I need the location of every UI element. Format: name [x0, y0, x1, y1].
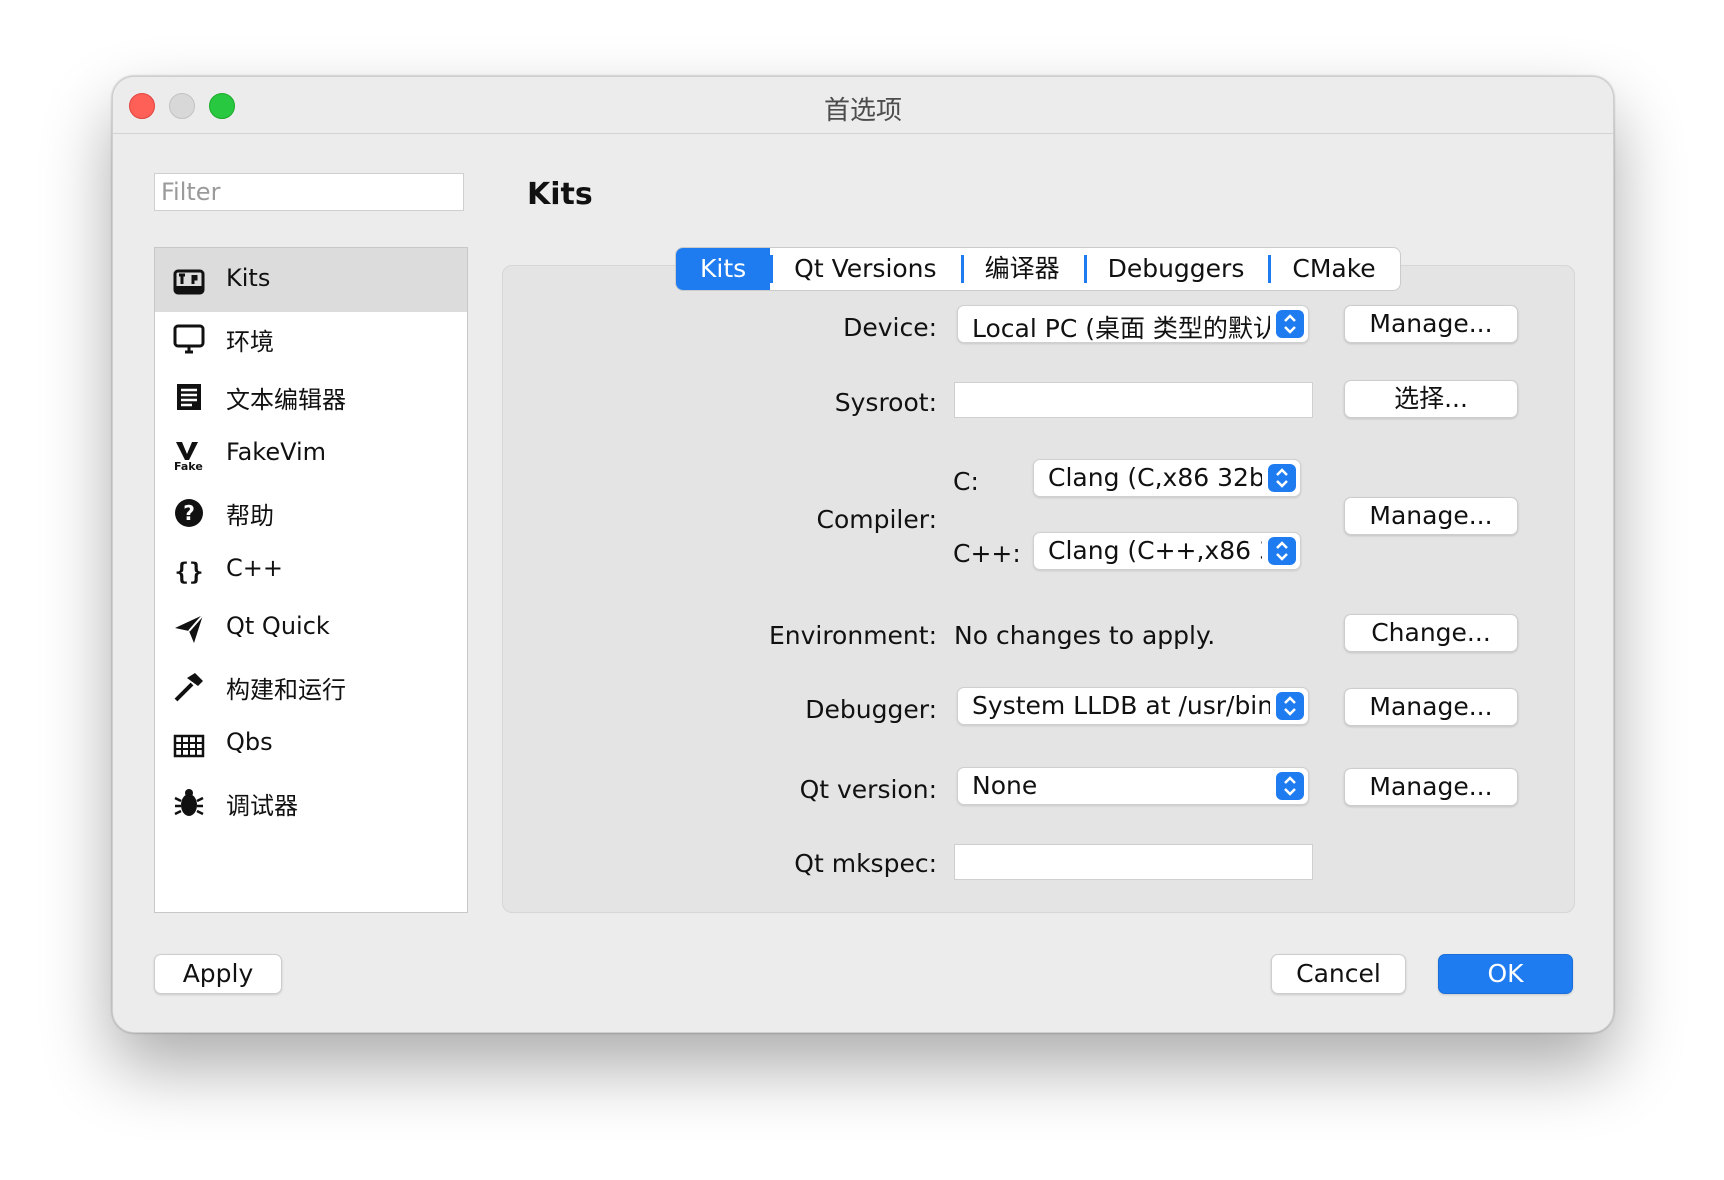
- compiler-cpp-label: C++:: [953, 539, 1021, 568]
- sysroot-browse-button[interactable]: 选择...: [1344, 380, 1518, 418]
- sidebar-item-text-editor[interactable]: 文本编辑器: [155, 364, 467, 428]
- tab-compilers[interactable]: 编译器: [960, 248, 1084, 290]
- sysroot-field[interactable]: [954, 382, 1313, 418]
- braces-icon: {}: [172, 554, 206, 588]
- bug-icon: [172, 786, 206, 820]
- tab-cmake[interactable]: CMake: [1268, 248, 1399, 290]
- kits-panel: [502, 265, 1575, 913]
- ok-button[interactable]: OK: [1438, 954, 1573, 994]
- svg-text:Fake: Fake: [174, 460, 203, 472]
- compiler-c-select[interactable]: Clang (C,x86 32bit in /usr/bin): [1033, 459, 1301, 497]
- tab-bar: Kits Qt Versions 编译器 Debuggers CMake: [675, 247, 1401, 291]
- sidebar-item-help[interactable]: ? 帮助: [155, 480, 467, 544]
- text-editor-icon: [172, 380, 206, 414]
- device-select-value: Local PC (桌面 类型的默认设备): [972, 314, 1270, 343]
- page-title: Kits: [527, 177, 593, 212]
- category-sidebar: Kits 环境 文本编辑器 Fake FakeVim ? 帮助 {} C++ Q…: [154, 247, 468, 913]
- debugger-manage-button[interactable]: Manage...: [1344, 688, 1518, 726]
- tab-debuggers[interactable]: Debuggers: [1083, 248, 1269, 290]
- device-select[interactable]: Local PC (桌面 类型的默认设备): [957, 305, 1309, 343]
- environment-label: Environment:: [768, 621, 937, 650]
- compiler-c-label: C:: [953, 467, 979, 496]
- compiler-cpp-value: Clang (C++,x86 32bit in /usr/bin): [1048, 536, 1262, 565]
- sidebar-item-label: Kits: [226, 264, 271, 292]
- tab-qt-versions[interactable]: Qt Versions: [770, 248, 960, 290]
- sidebar-item-label: 调试器: [226, 792, 298, 820]
- chevron-updown-icon: [1268, 464, 1296, 492]
- qt-version-select-value: None: [972, 771, 1038, 800]
- preferences-window: 首选项 Kits 环境 文本编辑器 Fake FakeVim: [112, 76, 1614, 1033]
- fakevim-icon: Fake: [172, 438, 206, 472]
- device-manage-button[interactable]: Manage...: [1344, 305, 1518, 343]
- help-icon: ?: [172, 496, 206, 530]
- environment-value: No changes to apply.: [954, 621, 1216, 650]
- chevron-updown-icon: [1276, 692, 1304, 720]
- environment-change-button[interactable]: Change...: [1344, 614, 1518, 652]
- qbs-grid-icon: [172, 728, 206, 762]
- sidebar-item-label: C++: [226, 554, 283, 582]
- chevron-updown-icon: [1276, 310, 1304, 338]
- window-title: 首选项: [823, 96, 902, 126]
- debugger-select[interactable]: System LLDB at /usr/bin/lldb: [957, 687, 1309, 725]
- sidebar-item-kits[interactable]: Kits: [155, 248, 467, 312]
- filter-input[interactable]: [154, 173, 464, 211]
- tab-kits[interactable]: Kits: [676, 248, 771, 290]
- sidebar-item-debugger[interactable]: 调试器: [155, 770, 467, 834]
- qt-version-label: Qt version:: [799, 775, 937, 804]
- sidebar-item-label: 文本编辑器: [226, 386, 346, 414]
- qt-mkspec-field[interactable]: [954, 844, 1313, 880]
- qt-version-select[interactable]: None: [957, 767, 1309, 805]
- chevron-updown-icon: [1276, 772, 1304, 800]
- sidebar-item-label: 构建和运行: [226, 676, 346, 704]
- title-bar: 首选项: [113, 77, 1613, 134]
- cancel-button[interactable]: Cancel: [1271, 954, 1406, 994]
- compiler-cpp-select[interactable]: Clang (C++,x86 32bit in /usr/bin): [1033, 532, 1301, 570]
- device-label: Device:: [843, 313, 937, 342]
- sidebar-item-label: 帮助: [226, 502, 274, 530]
- apply-button[interactable]: Apply: [154, 954, 282, 994]
- sidebar-item-label: 环境: [226, 328, 274, 356]
- sidebar-item-fakevim[interactable]: Fake FakeVim: [155, 422, 467, 486]
- sidebar-item-qbs[interactable]: Qbs: [155, 712, 467, 776]
- qt-version-manage-button[interactable]: Manage...: [1344, 768, 1518, 806]
- qt-mkspec-label: Qt mkspec:: [794, 849, 937, 878]
- compiler-label: Compiler:: [816, 505, 937, 534]
- chevron-updown-icon: [1268, 537, 1296, 565]
- sidebar-item-label: FakeVim: [226, 438, 327, 466]
- svg-text:?: ?: [183, 501, 195, 525]
- paper-plane-icon: [172, 612, 206, 646]
- sidebar-item-label: Qt Quick: [226, 612, 330, 640]
- sysroot-label: Sysroot:: [834, 388, 937, 417]
- hammer-icon: [172, 670, 206, 704]
- sidebar-item-build-run[interactable]: 构建和运行: [155, 654, 467, 718]
- compiler-c-value: Clang (C,x86 32bit in /usr/bin): [1048, 463, 1262, 492]
- sidebar-item-environment[interactable]: 环境: [155, 306, 467, 370]
- debugger-select-value: System LLDB at /usr/bin/lldb: [972, 691, 1270, 720]
- sidebar-item-qt-quick[interactable]: Qt Quick: [155, 596, 467, 660]
- kits-icon: [172, 264, 206, 298]
- debugger-label: Debugger:: [805, 695, 937, 724]
- svg-text:{}: {}: [175, 558, 204, 586]
- sidebar-item-cpp[interactable]: {} C++: [155, 538, 467, 602]
- compiler-manage-button[interactable]: Manage...: [1344, 497, 1518, 535]
- sidebar-item-label: Qbs: [226, 728, 273, 756]
- monitor-icon: [172, 322, 206, 356]
